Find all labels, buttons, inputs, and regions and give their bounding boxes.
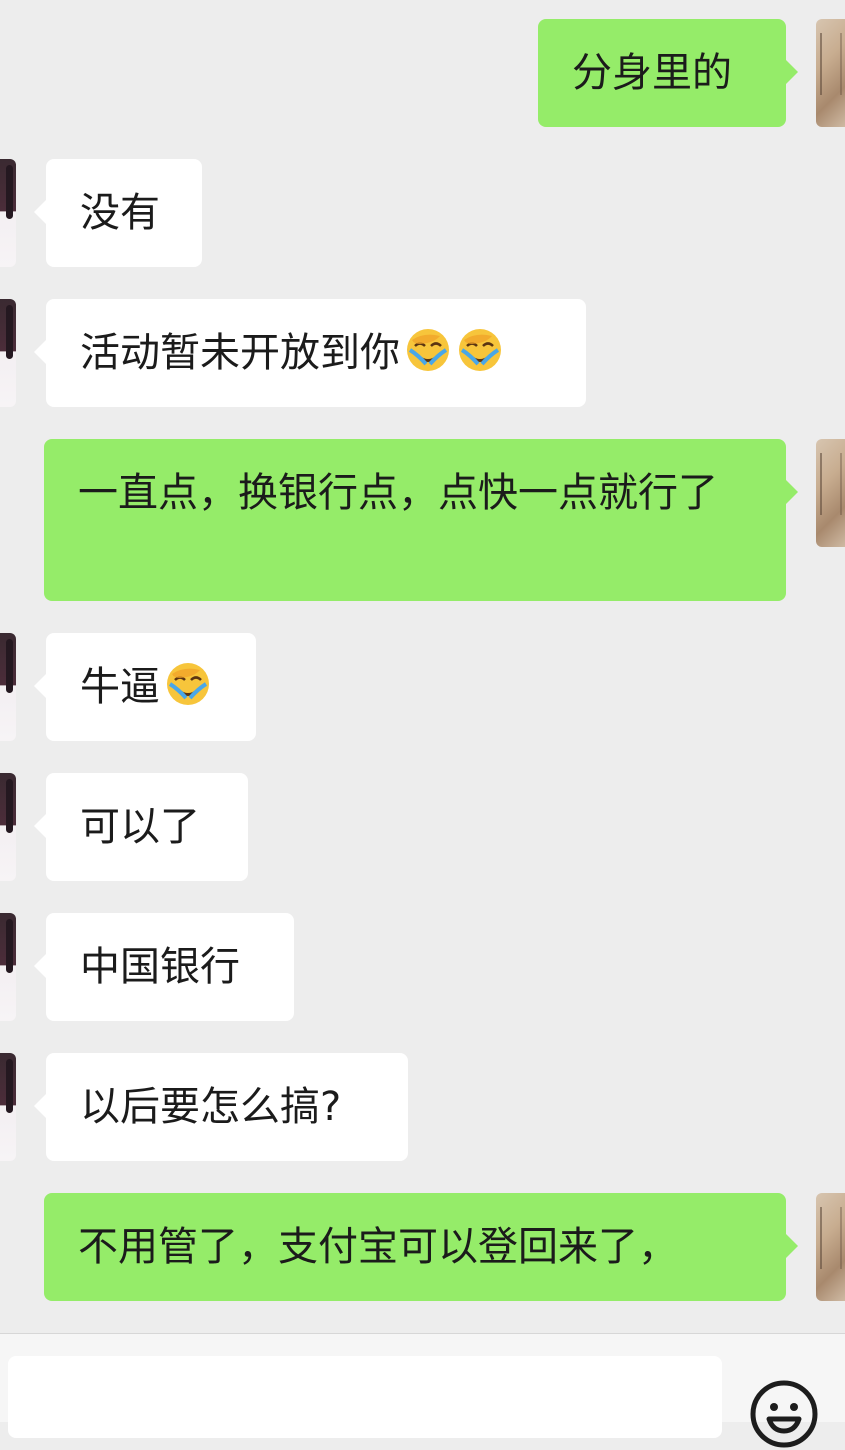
message-bubble-incoming[interactable]: 牛逼	[34, 633, 256, 741]
contact-avatar[interactable]	[0, 773, 16, 881]
message-bubble-incoming[interactable]: 活动暂未开放到你	[34, 299, 586, 407]
message-bubble-incoming[interactable]: 可以了	[34, 773, 248, 881]
my-avatar[interactable]	[816, 19, 845, 127]
face-palm-tears-emoji	[459, 329, 501, 371]
my-avatar[interactable]	[816, 439, 845, 547]
chat-history[interactable]: 分身里的 没有 活动暂未开放到你 一直点，换银行点，点快一点就行了 牛逼 可以了	[0, 0, 845, 1333]
message-bubble-outgoing[interactable]: 分身里的	[538, 19, 798, 127]
chat-input-bar	[0, 1333, 845, 1448]
message-text: 不用管了，支付宝可以登回来了，	[78, 1224, 678, 1270]
message-text: 没有	[80, 190, 160, 236]
message-bubble-outgoing[interactable]: 不用管了，支付宝可以登回来了，	[44, 1193, 798, 1301]
message-input[interactable]	[8, 1356, 722, 1438]
smiley-face-icon[interactable]	[748, 1378, 820, 1450]
message-text: 中国银行	[80, 944, 240, 990]
my-avatar[interactable]	[816, 1193, 845, 1301]
message-text: 牛逼	[80, 664, 160, 710]
message-text: 活动暂未开放到你	[80, 330, 400, 376]
message-text: 以后要怎么搞?	[80, 1084, 342, 1130]
face-palm-tears-emoji	[167, 663, 209, 705]
contact-avatar[interactable]	[0, 299, 16, 407]
message-bubble-outgoing[interactable]: 一直点，换银行点，点快一点就行了	[44, 439, 798, 601]
contact-avatar[interactable]	[0, 1053, 16, 1161]
contact-avatar[interactable]	[0, 633, 16, 741]
message-bubble-incoming[interactable]: 以后要怎么搞?	[34, 1053, 408, 1161]
message-text: 一直点，换银行点，点快一点就行了	[78, 470, 718, 516]
message-bubble-incoming[interactable]: 没有	[34, 159, 202, 267]
message-bubble-incoming[interactable]: 中国银行	[34, 913, 294, 1021]
message-text: 可以了	[80, 804, 200, 850]
face-palm-tears-emoji	[407, 329, 449, 371]
message-text: 分身里的	[572, 50, 732, 96]
contact-avatar[interactable]	[0, 913, 16, 1021]
contact-avatar[interactable]	[0, 159, 16, 267]
